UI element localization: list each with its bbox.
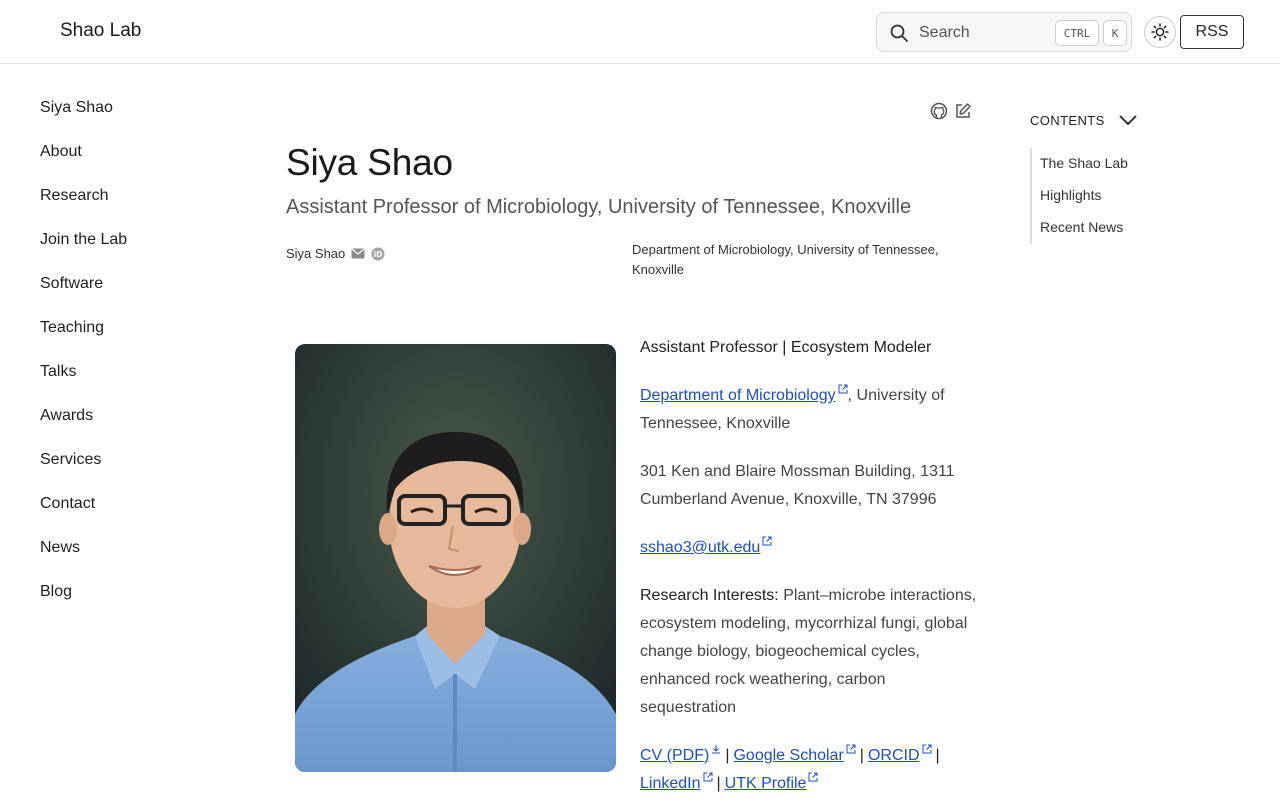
sidebar-item-talks[interactable]: Talks: [40, 360, 240, 404]
sidebar-nav: Siya Shao About Research Join the Lab So…: [40, 96, 240, 624]
sidebar-item-teaching[interactable]: Teaching: [40, 316, 240, 360]
theme-toggle-button[interactable]: [1144, 16, 1176, 48]
department-line: Department of Microbiology, University o…: [640, 382, 980, 438]
sidebar-item-services[interactable]: Services: [40, 448, 240, 492]
page-subtitle: Assistant Professor of Microbiology, Uni…: [286, 196, 912, 218]
chevron-down-icon: [1119, 115, 1137, 126]
email-line: sshao3@utk.edu: [640, 534, 980, 562]
research-interests-text: Plant–microbe interactions, ecosystem mo…: [640, 587, 977, 716]
toc-list: The Shao Lab Highlights Recent News: [1030, 148, 1230, 244]
table-of-contents: CONTENTS The Shao Lab Highlights Recent …: [1030, 104, 1230, 244]
external-link-icon: [846, 744, 856, 754]
cv-pdf-link[interactable]: CV (PDF): [640, 747, 709, 764]
profile-links: CV (PDF) | Google Scholar | ORCID | LinkedIn | U…: [640, 742, 980, 798]
linkedin-link[interactable]: LinkedIn: [640, 775, 701, 792]
external-link-icon: [808, 772, 818, 782]
github-icon[interactable]: [930, 102, 948, 120]
site-brand-link[interactable]: Shao Lab: [60, 20, 141, 42]
search-icon: [890, 24, 908, 42]
rss-button[interactable]: RSS: [1180, 15, 1244, 49]
external-link-icon: [703, 772, 712, 782]
sidebar-item-software[interactable]: Software: [40, 272, 240, 316]
external-link-icon: [838, 384, 848, 394]
profile-photo: [295, 344, 616, 772]
sidebar-item-blog[interactable]: Blog: [40, 580, 240, 624]
edit-icon[interactable]: [954, 102, 972, 120]
google-scholar-link[interactable]: Google Scholar: [733, 747, 843, 764]
research-interests: Research Interests: Plant–microbe intera…: [640, 582, 980, 722]
link-separator: |: [859, 747, 864, 764]
sidebar-item-news[interactable]: News: [40, 536, 240, 580]
role-line: Assistant Professor | Ecosystem Modeler: [640, 339, 932, 356]
page-title: Siya Shao: [286, 142, 453, 183]
sidebar-item-awards[interactable]: Awards: [40, 404, 240, 448]
page-tools: [930, 102, 972, 120]
author-name: Siya Shao: [286, 246, 346, 261]
external-link-icon: [762, 536, 772, 546]
sidebar-item-join-the-lab[interactable]: Join the Lab: [40, 228, 240, 272]
svg-text:iD: iD: [374, 250, 383, 259]
toc-item-the-shao-lab[interactable]: The Shao Lab: [1040, 148, 1230, 180]
profile-info: Assistant Professor | Ecosystem Modeler …: [640, 334, 980, 800]
orcid-icon[interactable]: iD: [371, 247, 385, 261]
sidebar-item-research[interactable]: Research: [40, 184, 240, 228]
search-placeholder: Search: [919, 24, 970, 41]
toc-item-recent-news[interactable]: Recent News: [1040, 212, 1230, 244]
department-link[interactable]: Department of Microbiology: [640, 387, 836, 404]
download-icon: [712, 745, 721, 754]
author-affiliation: Department of Microbiology, University o…: [632, 242, 939, 277]
shortcut-ctrl-key: CTRL: [1055, 20, 1099, 46]
external-link-icon: [922, 744, 931, 754]
link-separator: |: [716, 775, 721, 792]
sun-icon: [1151, 23, 1169, 41]
link-separator: |: [935, 747, 940, 764]
sidebar-item-siya-shao[interactable]: Siya Shao: [40, 96, 240, 140]
top-navbar: Shao Lab Search CTRL K RSS: [0, 0, 1280, 64]
search-box[interactable]: Search CTRL K: [876, 12, 1132, 52]
sidebar-item-about[interactable]: About: [40, 140, 240, 184]
toc-item-highlights[interactable]: Highlights: [1040, 180, 1230, 212]
orcid-link[interactable]: ORCID: [868, 747, 920, 764]
utk-profile-link[interactable]: UTK Profile: [725, 775, 807, 792]
link-separator: |: [725, 747, 730, 764]
author-byline: Siya Shao iD: [286, 246, 385, 261]
address-line: 301 Ken and Blaire Mossman Building, 131…: [640, 463, 955, 508]
email-link[interactable]: sshao3@utk.edu: [640, 539, 760, 556]
shortcut-k-key: K: [1103, 20, 1127, 46]
sidebar-item-contact[interactable]: Contact: [40, 492, 240, 536]
toc-heading: CONTENTS: [1030, 112, 1105, 128]
research-interests-label: Research Interests:: [640, 587, 779, 604]
toc-toggle[interactable]: CONTENTS: [1030, 104, 1230, 136]
envelope-icon[interactable]: [351, 248, 365, 259]
